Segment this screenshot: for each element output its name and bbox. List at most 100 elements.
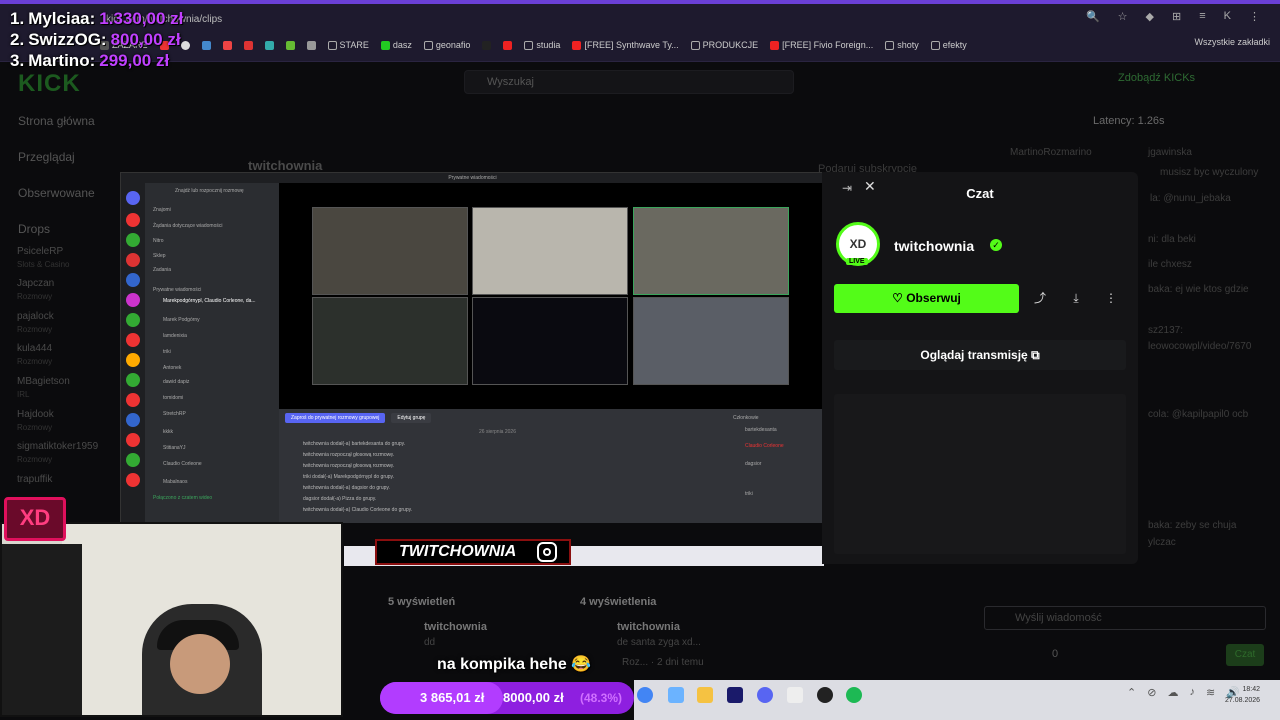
dm-menu-item[interactable]: Sklep (153, 253, 166, 259)
dm-item[interactable]: StitianaYJ (163, 445, 186, 451)
star-icon[interactable]: ☆ (1118, 10, 1128, 23)
dm-menu-item[interactable]: Znajomi (153, 207, 171, 213)
invite-group-button[interactable]: Zaproś do prywatnej rozmowy grupowej (285, 413, 386, 423)
sidebar-channel[interactable]: Japczan (17, 278, 54, 289)
clip-title[interactable]: de santa zyga xd... (617, 637, 701, 648)
dm-menu-item[interactable]: Nitro (153, 238, 164, 244)
server-icon[interactable] (126, 353, 140, 367)
dm-item[interactable]: Marekpodgórnypl, Claudio Corleone, da... (163, 298, 256, 304)
member-item[interactable]: bartekdesanta (745, 427, 777, 433)
video-tile[interactable] (472, 297, 628, 385)
server-icon[interactable] (126, 473, 140, 487)
nav-browse[interactable]: Przeglądaj (18, 150, 75, 164)
dm-item[interactable]: kkkk (163, 429, 173, 435)
chevron-up-icon[interactable]: ⌃ (1127, 686, 1136, 699)
nav-following[interactable]: Obserwowane (18, 186, 95, 200)
bookmark[interactable]: [FREE] Fivio Foreign... (770, 37, 873, 53)
bookmark-folder[interactable]: PRODUKCJE (690, 37, 758, 53)
more-options-icon[interactable]: ⋮ (1102, 289, 1120, 307)
obs-icon[interactable] (817, 687, 833, 703)
server-icon[interactable] (126, 253, 140, 267)
watch-stream-button[interactable]: Oglądaj transmisję ⧉ (834, 340, 1126, 370)
chrome-icon[interactable] (637, 687, 653, 703)
sidebar-channel[interactable]: sigmatiktoker1959 (17, 441, 98, 452)
server-icon[interactable] (126, 273, 140, 287)
app-icon[interactable] (787, 687, 803, 703)
send-chat-button[interactable]: Czat (1226, 644, 1264, 666)
dm-item[interactable]: tomidomi (163, 395, 183, 401)
channel-name[interactable]: twitchownia (894, 238, 974, 254)
server-icon[interactable] (126, 293, 140, 307)
dm-item[interactable]: StretchRP (163, 411, 186, 417)
server-icon[interactable] (126, 413, 140, 427)
video-tile[interactable] (633, 207, 789, 295)
spotify-icon[interactable] (846, 687, 862, 703)
member-item[interactable]: Claudio Corleone (745, 443, 784, 449)
edit-group-button[interactable]: Edytuj grupę (391, 413, 432, 423)
nav-home[interactable]: Strona główna (18, 114, 95, 128)
bookmark[interactable] (243, 37, 253, 53)
discord-icon[interactable] (757, 687, 773, 703)
server-icon[interactable] (126, 453, 140, 467)
all-bookmarks[interactable]: Wszystkie zakładki (1194, 37, 1270, 47)
sidebar-channel[interactable]: trapuffik (17, 474, 52, 485)
dm-item[interactable]: dawid dapiz (163, 379, 189, 385)
follow-button[interactable]: ♡ Obserwuj (834, 284, 1019, 313)
bookmark[interactable] (503, 37, 513, 53)
bookmark[interactable] (482, 37, 492, 53)
folder-icon[interactable] (697, 687, 713, 703)
server-icon[interactable] (126, 393, 140, 407)
video-tile[interactable] (312, 207, 468, 295)
cloud-icon[interactable]: ☁ (1167, 686, 1178, 699)
server-icon[interactable] (126, 433, 140, 447)
zoom-icon[interactable]: 🔍 (1086, 10, 1100, 23)
bookmark-folder[interactable]: geonafio (423, 37, 470, 53)
server-icon[interactable] (126, 213, 140, 227)
video-tile[interactable] (312, 297, 468, 385)
dm-menu-item[interactable]: Żądania dotyczące wiadomości (153, 223, 222, 229)
bookmark[interactable] (285, 37, 295, 53)
video-tile[interactable] (633, 297, 789, 385)
sidebar-channel[interactable]: PsiceleRP (17, 246, 63, 257)
dm-item[interactable]: Claudio Corleone (163, 461, 202, 467)
bookmark[interactable] (222, 37, 232, 53)
premiere-icon[interactable] (727, 687, 743, 703)
app-icon[interactable] (668, 687, 684, 703)
sidebar-channel[interactable]: pajalock (17, 311, 54, 322)
bookmark[interactable]: [FREE] Synthwave Ty... (572, 37, 679, 53)
dm-item[interactable]: triki (163, 349, 171, 355)
kebab-menu-icon[interactable]: ⋮ (1249, 10, 1260, 23)
server-icon[interactable] (126, 373, 140, 387)
bookmark-folder[interactable]: efekty (930, 37, 967, 53)
network-icon[interactable]: ⊘ (1147, 686, 1156, 699)
dm-item[interactable]: Mabalnaos (163, 479, 187, 485)
mic-icon[interactable]: ♪ (1189, 686, 1195, 699)
extension-icon[interactable]: ◆ (1146, 10, 1154, 23)
bookmark-folder[interactable]: studia (524, 37, 560, 53)
bookmark[interactable] (264, 37, 274, 53)
bookmark-folder[interactable]: STARE (327, 37, 369, 53)
dm-search[interactable]: Znajdź lub rozpocznij rozmowę (175, 188, 244, 194)
discord-home-icon[interactable] (126, 191, 140, 205)
taskbar-clock[interactable]: 18:42 27.08.2026 (1225, 684, 1260, 706)
bookmark[interactable] (201, 37, 211, 53)
clip-title[interactable]: dd (424, 637, 435, 648)
dm-menu-item[interactable]: Zadania (153, 267, 171, 273)
dm-item[interactable]: Antonek (163, 365, 181, 371)
menu-lines-icon[interactable]: ≡ (1199, 10, 1205, 23)
server-icon[interactable] (126, 333, 140, 347)
clip-channel[interactable]: twitchownia (424, 621, 487, 633)
server-icon[interactable] (126, 233, 140, 247)
profile-avatar[interactable]: K (1224, 10, 1231, 23)
search-input[interactable]: Wyszukaj (464, 70, 794, 94)
member-item[interactable]: dagsior (745, 461, 761, 467)
video-tile[interactable] (472, 207, 628, 295)
nav-drops[interactable]: Drops (18, 222, 50, 236)
server-icon[interactable] (126, 313, 140, 327)
sidebar-channel[interactable]: MBagietson (17, 376, 70, 387)
bookmark[interactable] (306, 37, 316, 53)
wifi-icon[interactable]: ≋ (1206, 686, 1215, 699)
member-item[interactable]: triki (745, 491, 753, 497)
chat-message-input[interactable]: Wyślij wiadomość (984, 606, 1266, 630)
download-icon[interactable]: ⤓ (1067, 289, 1085, 307)
